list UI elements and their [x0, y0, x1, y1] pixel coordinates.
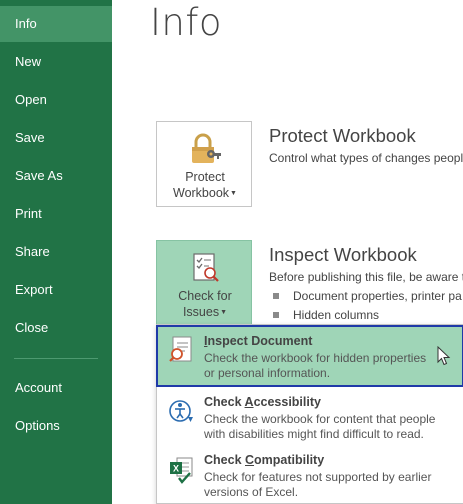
sidebar-item-open[interactable]: Open [0, 82, 112, 118]
sidebar-item-share[interactable]: Share [0, 234, 112, 270]
inspect-workbook-description: Before publishing this file, be aware t [269, 270, 463, 284]
checklist-magnifier-icon [188, 251, 222, 285]
check-for-issues-button[interactable]: Check for Issues▼ [156, 240, 252, 326]
sidebar-divider [14, 358, 98, 359]
bullet-square-icon [273, 292, 279, 299]
menu-item-inspect-document[interactable]: Inspect Document Check the workbook for … [156, 325, 463, 387]
dropdown-caret-icon: ▼ [220, 308, 228, 316]
protect-workbook-label: Protect Workbook▼ [173, 170, 237, 200]
sidebar-item-save-as[interactable]: Save As [0, 158, 112, 194]
sidebar-item-new[interactable]: New [0, 44, 112, 80]
check-compatibility-description: Check for features not supported by earl… [204, 470, 432, 499]
inspect-document-description: Check the workbook for hidden properties… [204, 351, 427, 380]
sidebar-item-save[interactable]: Save [0, 120, 112, 156]
sidebar-item-options[interactable]: Options [0, 408, 112, 444]
lock-key-icon [188, 132, 222, 166]
compatibility-checker-icon: X [169, 454, 195, 484]
check-for-issues-label: Check for Issues▼ [178, 289, 232, 319]
sidebar-item-info[interactable]: Info [0, 6, 112, 42]
check-accessibility-description: Check the workbook for content that peop… [204, 412, 436, 441]
check-compatibility-title: Check Compatibility [204, 453, 325, 467]
dropdown-caret-icon: ▼ [230, 189, 237, 197]
protect-workbook-heading: Protect Workbook [269, 125, 416, 146]
sidebar-item-export[interactable]: Export [0, 272, 112, 308]
bullet-square-icon [273, 311, 279, 318]
check-accessibility-title: Check Accessibility [204, 395, 321, 409]
svg-text:X: X [173, 464, 179, 474]
protect-workbook-button[interactable]: Protect Workbook▼ [156, 121, 252, 207]
sidebar-item-print[interactable]: Print [0, 196, 112, 232]
inspect-bullet-item: Hidden columns [273, 308, 379, 322]
inspect-bullet-item: Document properties, printer pa [273, 289, 462, 303]
inspect-document-icon [169, 335, 195, 365]
menu-item-check-compatibility[interactable]: X Check Compatibility Check for features… [157, 445, 463, 503]
inspect-workbook-heading: Inspect Workbook [269, 244, 417, 265]
backstage-sidebar: Info New Open Save Save As Print Share E… [0, 0, 112, 504]
sidebar-item-close[interactable]: Close [0, 310, 112, 346]
sidebar-item-account[interactable]: Account [0, 370, 112, 406]
protect-workbook-description: Control what types of changes peopl [269, 151, 463, 165]
accessibility-checker-icon [169, 396, 195, 426]
inspect-document-title: Inspect Document [204, 334, 313, 348]
check-for-issues-menu: Inspect Document Check the workbook for … [156, 324, 463, 504]
mouse-pointer-icon [437, 345, 451, 366]
page-title: Info [150, 1, 223, 44]
menu-item-check-accessibility[interactable]: Check Accessibility Check the workbook f… [157, 387, 463, 445]
